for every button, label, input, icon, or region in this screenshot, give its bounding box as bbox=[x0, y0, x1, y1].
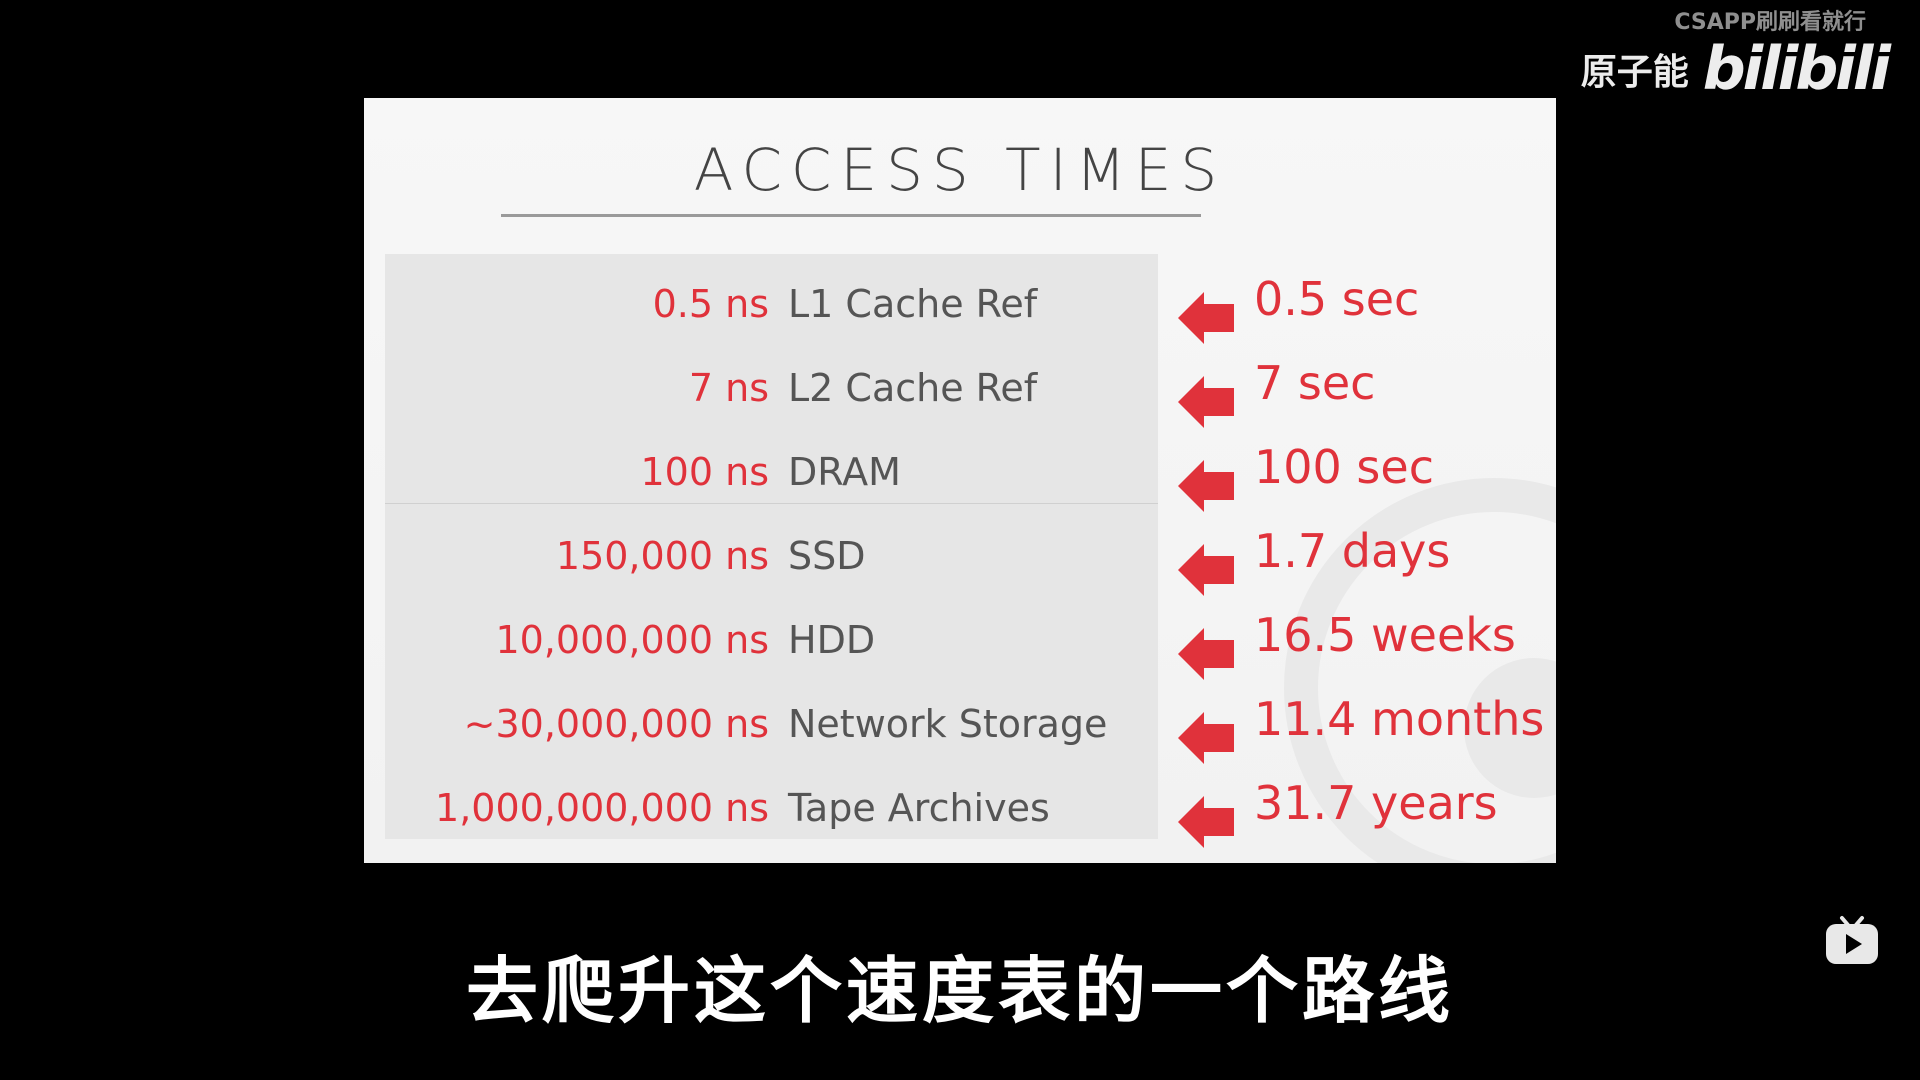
latency-row: ~30,000,000 ns Network Storage 11.4 months bbox=[364, 686, 1556, 770]
latency-value: 7 ns bbox=[688, 366, 769, 410]
latency-value: 1,000,000,000 ns bbox=[435, 786, 769, 830]
latency-value: 0.5 ns bbox=[652, 282, 769, 326]
storage-label: DRAM bbox=[788, 450, 901, 494]
left-arrow-icon bbox=[1178, 796, 1234, 848]
human-scale-time: 16.5 weeks bbox=[1254, 608, 1516, 662]
latency-row: 150,000 ns SSD 1.7 days bbox=[364, 518, 1556, 602]
latency-row: 100 ns DRAM 100 sec bbox=[364, 434, 1556, 518]
storage-label: HDD bbox=[788, 618, 876, 662]
left-arrow-icon bbox=[1178, 628, 1234, 680]
bilibili-tv-icon[interactable] bbox=[1824, 912, 1880, 968]
human-scale-time: 0.5 sec bbox=[1254, 272, 1420, 326]
video-frame: CSAPP刷刷看就行 原子能 bilibili ACCESS TIMES 0.5… bbox=[0, 0, 1920, 1080]
left-arrow-icon bbox=[1178, 376, 1234, 428]
human-scale-time: 11.4 months bbox=[1254, 692, 1545, 746]
brand-logo-group: 原子能 bilibili bbox=[1580, 34, 1891, 104]
storage-label: Network Storage bbox=[788, 702, 1108, 746]
brand-author: 原子能 bbox=[1580, 52, 1689, 93]
human-scale-time: 1.7 days bbox=[1254, 524, 1451, 578]
latency-row: 1,000,000,000 ns Tape Archives 31.7 years bbox=[364, 770, 1556, 854]
latency-value: ~30,000,000 ns bbox=[463, 702, 769, 746]
channel-watermark: CSAPP刷刷看就行 bbox=[1674, 10, 1866, 35]
latency-value: 150,000 ns bbox=[555, 534, 769, 578]
human-scale-time: 7 sec bbox=[1254, 356, 1376, 410]
left-arrow-icon bbox=[1178, 544, 1234, 596]
latency-row: 10,000,000 ns HDD 16.5 weeks bbox=[364, 602, 1556, 686]
title-divider bbox=[501, 214, 1201, 217]
slide-title: ACCESS TIMES bbox=[693, 136, 1227, 204]
storage-label: Tape Archives bbox=[788, 786, 1050, 830]
left-arrow-icon bbox=[1178, 292, 1234, 344]
storage-label: L1 Cache Ref bbox=[788, 282, 1038, 326]
left-arrow-icon bbox=[1178, 460, 1234, 512]
bilibili-logo: bilibili bbox=[1702, 34, 1891, 104]
latency-row: 7 ns L2 Cache Ref 7 sec bbox=[364, 350, 1556, 434]
latency-value: 10,000,000 ns bbox=[495, 618, 769, 662]
slide: ACCESS TIMES 0.5 ns L1 Cache Ref 0.5 sec 7 … bbox=[364, 98, 1556, 863]
human-scale-time: 31.7 years bbox=[1254, 776, 1498, 830]
left-arrow-icon bbox=[1178, 712, 1234, 764]
storage-label: SSD bbox=[788, 534, 866, 578]
latency-row: 0.5 ns L1 Cache Ref 0.5 sec bbox=[364, 266, 1556, 350]
human-scale-time: 100 sec bbox=[1254, 440, 1434, 494]
latency-value: 100 ns bbox=[640, 450, 770, 494]
subtitle: 去爬升这个速度表的一个路线 bbox=[465, 949, 1454, 1033]
storage-label: L2 Cache Ref bbox=[788, 366, 1038, 410]
